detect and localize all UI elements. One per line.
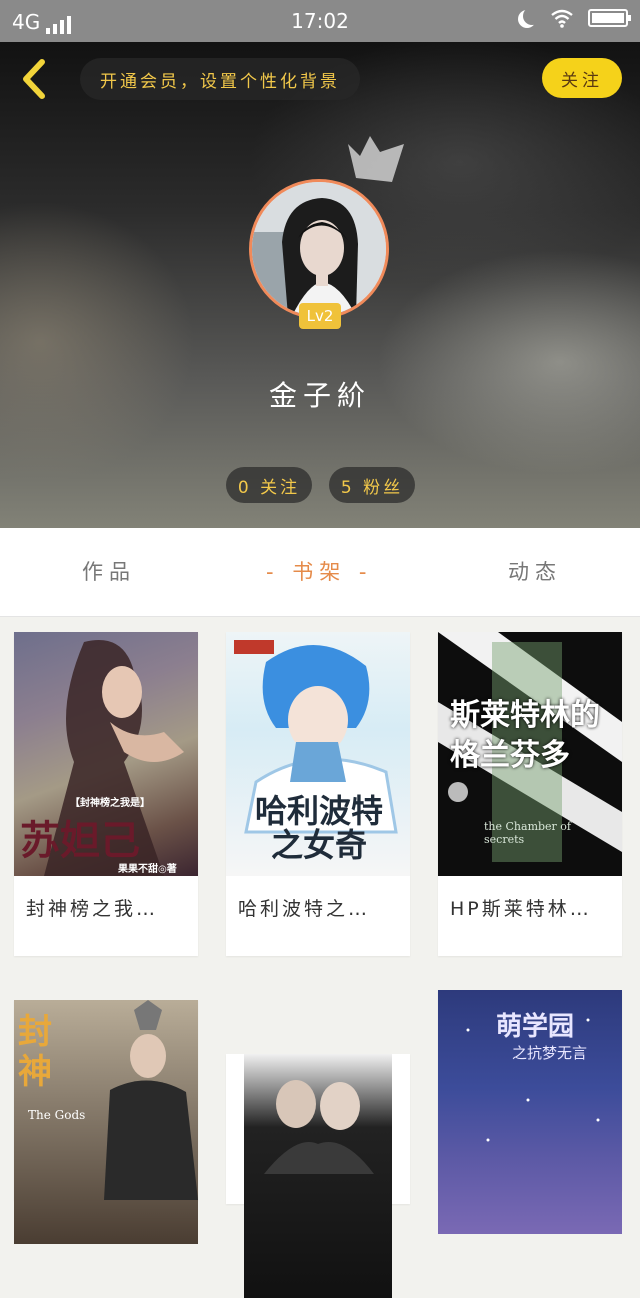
book-card[interactable] xyxy=(226,1054,410,1298)
cover-title-text: 斯莱特林的格兰芬多 xyxy=(450,698,600,773)
book-title: 哈利波特之… xyxy=(238,898,371,920)
book-card[interactable]: 【封神榜之我是】 苏妲己 果果不甜◎著 封神榜之我… xyxy=(14,632,198,956)
avatar-image xyxy=(252,182,386,316)
cover-title-text: 萌学园 xyxy=(496,1012,575,1042)
cover-title-text: 哈利波特之女奇 xyxy=(254,792,383,864)
book-cover xyxy=(244,1054,392,1298)
cover-title-text: 苏妲己 xyxy=(20,817,140,864)
book-card[interactable]: 封神 The Gods xyxy=(14,1000,198,1244)
back-icon[interactable] xyxy=(16,56,56,102)
vip-background-banner[interactable]: 开通会员，设置个性化背景 xyxy=(80,58,360,100)
book-title: 封神榜之我… xyxy=(26,898,159,920)
book-cover: 萌学园 之抗梦无言 xyxy=(438,990,622,1234)
cover-small-text: The Gods xyxy=(28,1108,86,1122)
cover-title-text: 封神 xyxy=(18,1012,52,1092)
tab-bookshelf[interactable]: - 书架 - xyxy=(266,556,373,586)
battery-icon xyxy=(588,9,631,27)
profile-tabs: 作品 - 书架 - 动态 xyxy=(0,528,640,617)
tab-feed[interactable]: 动态 xyxy=(508,556,562,586)
book-card[interactable]: 斯莱特林的格兰芬多 the Chamber of secrets HP斯莱特林… xyxy=(438,632,622,956)
profile-header: 开通会员，设置个性化背景 关注 Lv2 金子紒 0 关注 5 粉丝 xyxy=(0,42,640,528)
cover-small-text: the Chamber of secrets xyxy=(484,820,572,846)
cover-author-text: 果果不甜◎著 xyxy=(118,864,177,875)
follow-button[interactable]: 关注 xyxy=(542,58,622,98)
book-card[interactable]: 哈利波特之女奇 哈利波特之… xyxy=(226,632,410,956)
crown-icon xyxy=(348,136,404,182)
book-cover: 封神 The Gods xyxy=(14,1000,198,1244)
avatar[interactable] xyxy=(249,179,389,319)
do-not-disturb-icon xyxy=(523,7,541,25)
book-card[interactable]: 萌学园 之抗梦无言 xyxy=(438,990,622,1234)
level-badge: Lv2 xyxy=(299,303,341,329)
tab-works[interactable]: 作品 xyxy=(82,556,136,586)
book-title: HP斯莱特林… xyxy=(450,898,592,920)
wifi-icon xyxy=(551,9,573,28)
cover-small-text: 【封神榜之我是】 xyxy=(70,798,150,809)
status-bar: 4G 17:02 xyxy=(0,0,640,42)
book-cover: 斯莱特林的格兰芬多 the Chamber of secrets xyxy=(438,632,622,876)
fans-count[interactable]: 5 粉丝 xyxy=(329,467,415,503)
username: 金子紒 xyxy=(268,379,371,412)
following-count[interactable]: 0 关注 xyxy=(226,467,312,503)
book-cover: 【封神榜之我是】 苏妲己 果果不甜◎著 xyxy=(14,632,198,876)
cover-small-text: 之抗梦无言 xyxy=(512,1044,588,1062)
book-cover: 哈利波特之女奇 xyxy=(226,632,410,876)
